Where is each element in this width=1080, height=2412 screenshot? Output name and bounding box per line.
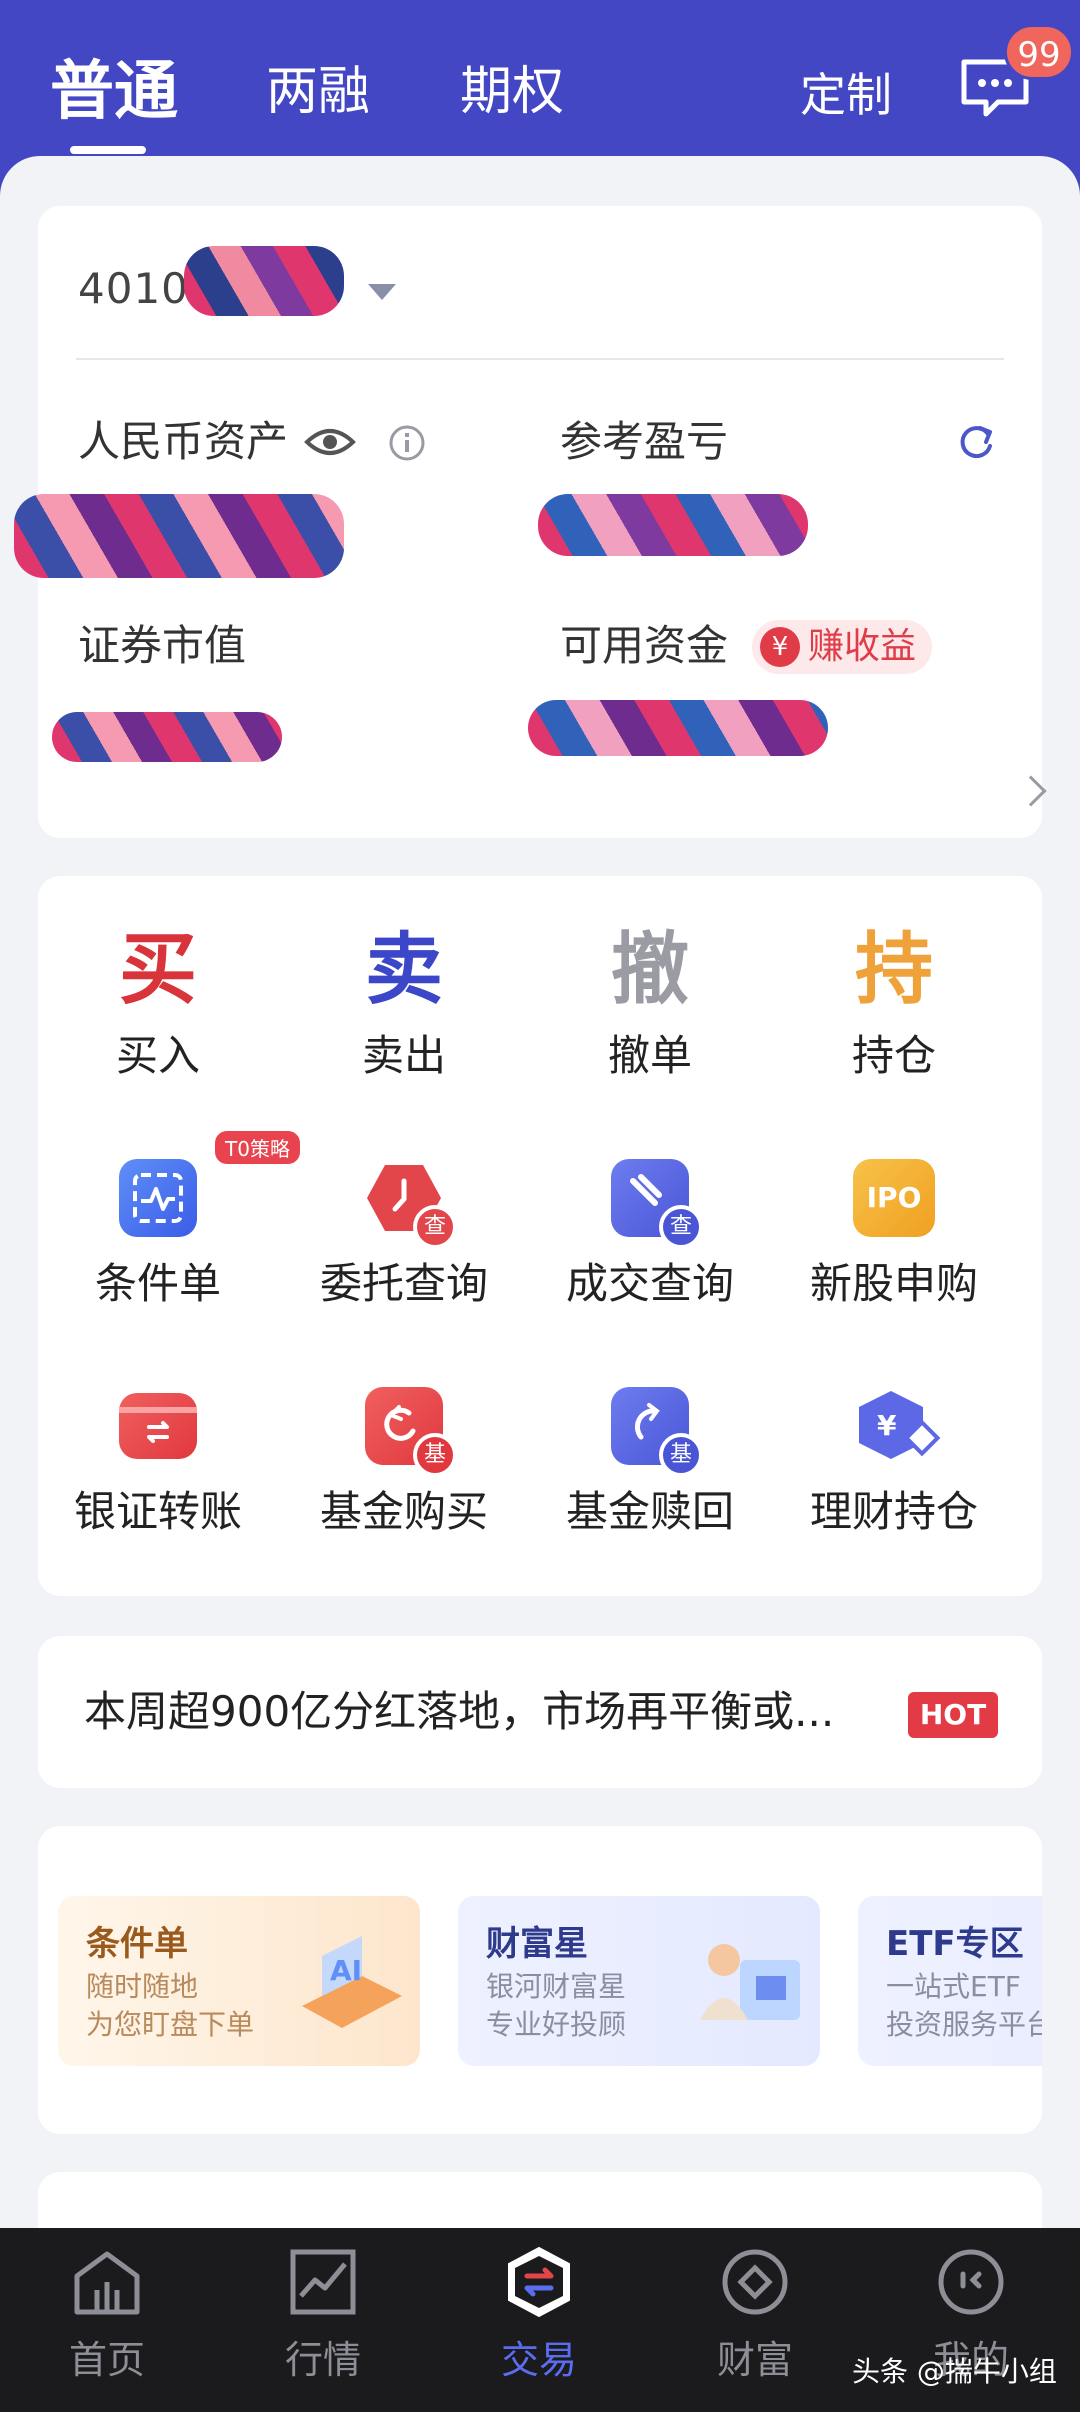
promo-line1: 一站式ETF xyxy=(886,1970,1021,2003)
sell-char-icon: 卖 xyxy=(364,925,443,1015)
condition-order-icon: T0策略 xyxy=(119,1131,300,1237)
order-query-icon: 查 xyxy=(365,1159,457,1249)
refresh-icon[interactable] xyxy=(956,422,996,462)
privacy-mask xyxy=(52,712,282,762)
advisor-illustration-icon xyxy=(700,1944,800,2020)
cancel-char-icon: 撤 xyxy=(610,925,689,1015)
fund-buy-label: 基金购买 xyxy=(319,1487,488,1536)
deal-query-button[interactable]: 查 成交查询 xyxy=(530,1148,770,1314)
privacy-mask xyxy=(528,700,828,756)
promo-etf-zone[interactable]: ETF专区 一站式ETF 投资服务平台 xyxy=(858,1896,1042,2066)
nav-trade-label: 交易 xyxy=(500,2338,577,2382)
privacy-mask xyxy=(184,246,344,316)
nav-market[interactable]: 行情 xyxy=(248,2246,398,2388)
order-query-button[interactable]: 查 委托查询 xyxy=(284,1148,524,1314)
message-count-badge: 99 xyxy=(1004,24,1074,80)
holdings-button[interactable]: 持 持仓 xyxy=(774,920,1014,1086)
condition-order-label: 条件单 xyxy=(94,1259,221,1308)
promo-carousel: 条件单 随时随地 为您盯盘下单 AI 财富星 银河财富星 专业好投顾 ETF专区… xyxy=(38,1826,1042,2134)
nav-market-label: 行情 xyxy=(284,2338,361,2382)
query-sub-badge: 查 xyxy=(659,1205,703,1249)
deal-query-icon: 查 xyxy=(611,1159,703,1249)
ipo-tile-text: IPO xyxy=(866,1181,922,1214)
info-icon[interactable] xyxy=(388,424,426,462)
ipo-subscribe-button[interactable]: IPO 新股申购 xyxy=(774,1148,1014,1314)
bank-transfer-label: 银证转账 xyxy=(73,1487,242,1536)
ipo-subscribe-label: 新股申购 xyxy=(809,1259,978,1308)
earn-yield-label: 赚收益 xyxy=(808,626,917,667)
profile-icon xyxy=(938,2249,1004,2315)
wealth-holdings-button[interactable]: ¥ 理财持仓 xyxy=(774,1376,1014,1542)
wealth-holdings-icon: ¥ xyxy=(855,1387,941,1465)
earn-yield-button[interactable]: ¥ 赚收益 xyxy=(752,620,933,674)
ai-illustration-icon: AI xyxy=(302,1936,402,2028)
tab-options[interactable]: 期权 xyxy=(460,52,564,132)
fund-buy-button[interactable]: 基 基金购买 xyxy=(284,1376,524,1542)
buy-button[interactable]: 买 买入 xyxy=(38,920,278,1086)
tab-normal[interactable]: 普通 xyxy=(50,52,178,132)
sell-button[interactable]: 卖 卖出 xyxy=(284,920,524,1086)
trade-icon xyxy=(508,2246,570,2318)
bank-transfer-icon xyxy=(119,1393,197,1459)
customize-button[interactable]: 定制 xyxy=(800,60,892,130)
nav-trade[interactable]: 交易 xyxy=(464,2246,614,2388)
fund-redeem-icon: 基 xyxy=(611,1387,703,1477)
securities-value-label: 证券市值 xyxy=(78,621,247,670)
reference-pl-label: 参考盈亏 xyxy=(560,417,729,466)
nav-wealth-label: 财富 xyxy=(716,2338,793,2382)
svg-text:AI: AI xyxy=(330,1954,362,1987)
nav-home[interactable]: 首页 xyxy=(32,2246,182,2388)
holdings-char-icon: 持 xyxy=(854,925,933,1015)
active-tab-indicator xyxy=(70,146,146,154)
nav-home-label: 首页 xyxy=(68,2338,145,2382)
wealth-holdings-label: 理财持仓 xyxy=(809,1487,978,1536)
holdings-label: 持仓 xyxy=(851,1031,936,1080)
rmb-assets-label: 人民币资产 xyxy=(78,417,289,466)
home-icon xyxy=(74,2251,140,2315)
fund-redeem-button[interactable]: 基 基金赎回 xyxy=(530,1376,770,1542)
svg-text:¥: ¥ xyxy=(877,1409,897,1442)
cancel-order-button[interactable]: 撤 撤单 xyxy=(530,920,770,1086)
buy-char-icon: 买 xyxy=(118,925,197,1015)
buy-label: 买入 xyxy=(115,1031,200,1080)
news-banner[interactable]: 本周超900亿分红落地，市场再平衡或... HOT xyxy=(38,1636,1042,1788)
order-query-label: 委托查询 xyxy=(319,1259,488,1308)
bank-transfer-button[interactable]: 银证转账 xyxy=(38,1376,278,1542)
condition-order-button[interactable]: T0策略 条件单 xyxy=(38,1131,300,1314)
privacy-mask xyxy=(14,494,344,578)
promo-title: ETF专区 xyxy=(886,1924,1024,1964)
eye-icon[interactable] xyxy=(304,424,356,460)
fund-redeem-label: 基金赎回 xyxy=(565,1487,734,1536)
deal-query-label: 成交查询 xyxy=(565,1259,734,1308)
privacy-mask xyxy=(538,494,808,556)
fund-sub-badge: 基 xyxy=(413,1433,457,1477)
nav-wealth[interactable]: 财富 xyxy=(680,2246,830,2388)
promo-wealth-star[interactable]: 财富星 银河财富星 专业好投顾 xyxy=(458,1896,820,2066)
query-sub-badge: 查 xyxy=(413,1205,457,1249)
tab-margin[interactable]: 两融 xyxy=(266,52,370,132)
promo-condition-order[interactable]: 条件单 随时随地 为您盯盘下单 AI xyxy=(58,1896,420,2066)
fund-sub-badge: 基 xyxy=(659,1433,703,1477)
divider xyxy=(76,358,1004,360)
trade-functions-card: 买 买入 卖 卖出 撤 撤单 持 持仓 T0策略 条件单 查 委托查询 查 成交… xyxy=(38,876,1042,1596)
promo-line2: 投资服务平台 xyxy=(886,2008,1042,2041)
available-funds-label: 可用资金 xyxy=(560,621,729,670)
market-chart-icon xyxy=(290,2249,356,2315)
wealth-icon xyxy=(722,2249,788,2315)
chevron-right-icon[interactable] xyxy=(1015,775,1047,807)
hot-badge: HOT xyxy=(908,1692,998,1738)
fund-buy-icon: 基 xyxy=(365,1387,457,1477)
watermark-text: 头条 @揣牛小组 xyxy=(852,2355,1057,2388)
ipo-icon: IPO xyxy=(853,1159,935,1237)
account-dropdown-icon[interactable] xyxy=(368,284,396,300)
yen-icon: ¥ xyxy=(760,627,800,667)
news-headline[interactable]: 本周超900亿分红落地，市场再平衡或... xyxy=(84,1682,834,1742)
cancel-order-label: 撤单 xyxy=(607,1031,692,1080)
sell-label: 卖出 xyxy=(361,1031,446,1080)
